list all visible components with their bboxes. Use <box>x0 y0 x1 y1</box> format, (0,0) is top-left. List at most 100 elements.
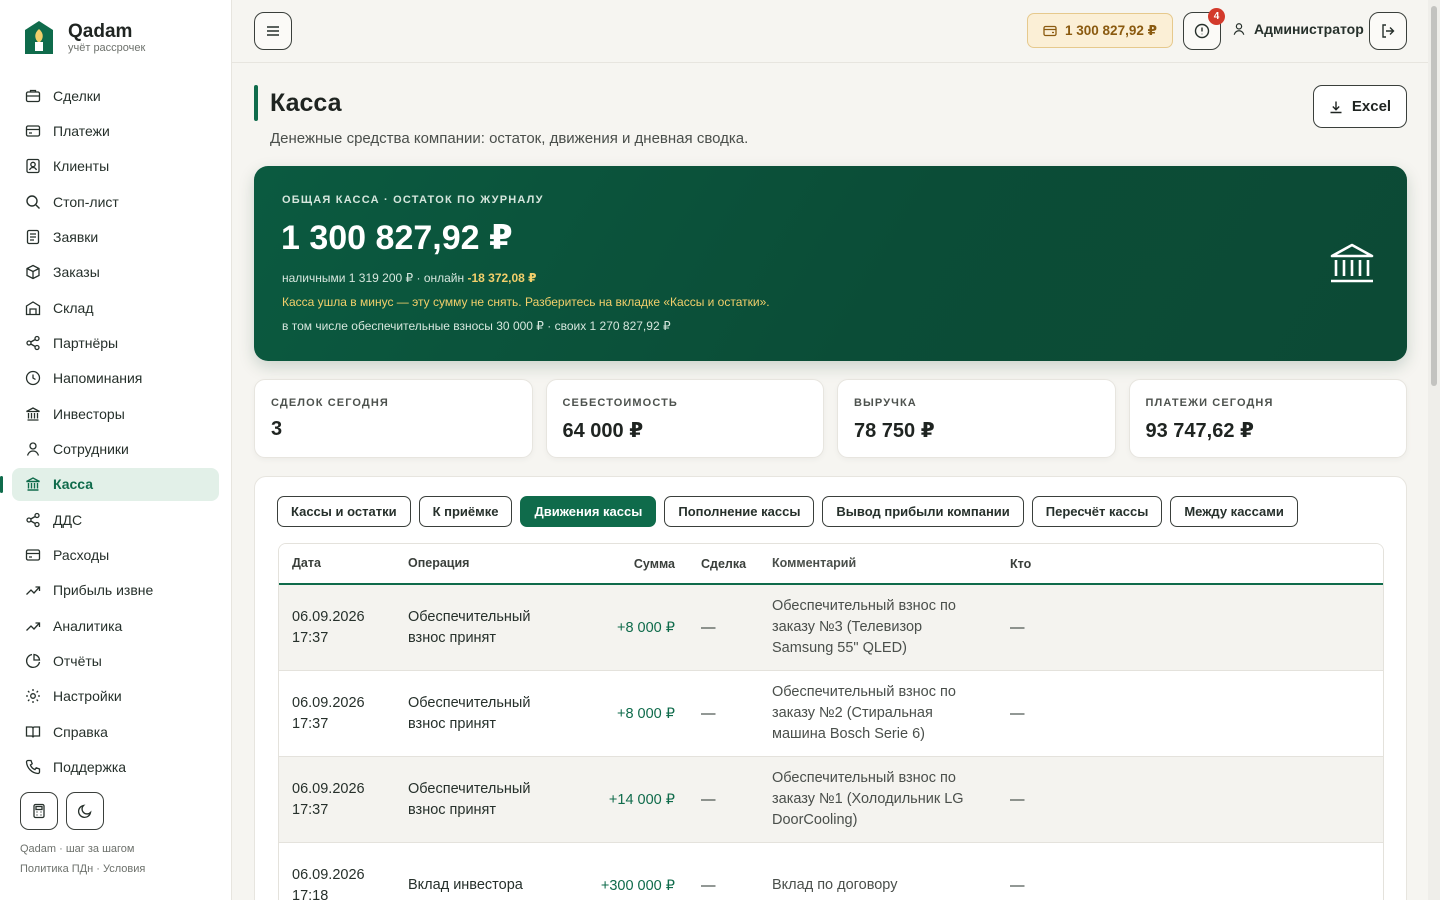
user-icon <box>24 440 41 457</box>
column-amount[interactable]: Сумма <box>563 557 675 571</box>
cash-split-line: наличными 1 319 200 ₽ · онлайн -18 372,0… <box>282 271 537 285</box>
phone-icon <box>24 759 41 776</box>
sidebar-item-label: Заявки <box>53 228 99 245</box>
sidebar-item-external-profit[interactable]: Прибыль извне <box>12 574 219 607</box>
brand-name: Qadam <box>68 20 133 42</box>
column-comment[interactable]: Комментарий <box>772 553 1010 574</box>
sidebar-item-label: Аналитика <box>53 617 123 634</box>
excel-export-button[interactable]: Excel <box>1313 85 1407 128</box>
sidebar-item-partners[interactable]: Партнёры <box>12 326 219 359</box>
sidebar-item-cashflow[interactable]: ДДС <box>12 503 219 536</box>
sidebar-item-clients[interactable]: Клиенты <box>12 150 219 183</box>
sidebar-item-requests[interactable]: Заявки <box>12 220 219 253</box>
sidebar-item-label: Заказы <box>53 264 100 281</box>
row-comment-line1: Обеспечительный взнос по <box>772 770 956 786</box>
tab-cash-movements[interactable]: Движения кассы <box>520 496 657 527</box>
row-comment-line3: Samsung 55" QLED) <box>772 640 907 656</box>
theme-toggle-button[interactable] <box>66 792 104 830</box>
row-operation-line1: Обеспечительный <box>408 694 531 711</box>
table-row[interactable]: 06.09.2026 17:18 Вклад инвестора +300 000… <box>279 843 1383 900</box>
kpi-value: 64 000 ₽ <box>562 420 644 442</box>
footer-tagline: Qadam · шаг за шагом <box>20 843 135 855</box>
column-operation[interactable]: Операция <box>395 553 563 574</box>
sidebar-item-label: Отчёты <box>53 653 102 669</box>
table-row[interactable]: 06.09.2026 17:37 Обеспечительный взнос при… <box>279 757 1383 843</box>
row-date: 06.09.2026 <box>292 866 365 883</box>
deposits-line: в том числе обеспечительные взносы 30 00… <box>282 319 671 333</box>
sidebar-item-orders[interactable]: Заказы <box>12 256 219 289</box>
bank-icon <box>24 405 41 422</box>
page-scrollbar[interactable] <box>1428 0 1440 900</box>
sidebar-item-label: Сотрудники <box>53 440 129 457</box>
cash-tabs: Кассы и остатки К приёмке Движения кассы… <box>277 496 1298 527</box>
footer-links[interactable]: Политика ПДн · Условия <box>20 859 145 879</box>
document-icon <box>24 228 41 245</box>
table-row[interactable]: 06.09.2026 17:37 Обеспечительный взнос при… <box>279 585 1383 671</box>
sidebar-item-label: Поддержка <box>53 759 127 776</box>
tab-pending-acceptance[interactable]: К приёмке <box>418 496 513 527</box>
kpi-label: ВЫРУЧКА <box>854 397 917 409</box>
user-menu[interactable]: Администратор <box>1232 21 1364 37</box>
kpi-label: СЕБЕСТОИМОСТЬ <box>562 397 678 409</box>
row-amount: +8 000 ₽ <box>616 619 675 636</box>
sidebar-item-analytics[interactable]: Аналитика <box>12 609 219 642</box>
brand[interactable]: Qadam учёт рассрочек <box>24 20 145 56</box>
menu-button[interactable] <box>254 12 292 50</box>
logout-button[interactable] <box>1369 12 1407 50</box>
row-amount: +8 000 ₽ <box>616 705 675 722</box>
tab-cash-recount[interactable]: Пересчёт кассы <box>1031 496 1163 527</box>
tab-cash-topup[interactable]: Пополнение кассы <box>664 496 815 527</box>
sidebar-item-deals[interactable]: Сделки <box>12 79 219 112</box>
row-time: 17:37 <box>292 801 329 818</box>
column-deal[interactable]: Сделка <box>675 557 772 571</box>
brand-subtitle: учёт рассрочек <box>68 41 146 54</box>
row-deal: — <box>701 619 716 636</box>
cash-balance-card: ОБЩАЯ КАССА · ОСТАТОК ПО ЖУРНАЛУ 1 300 8… <box>254 166 1407 361</box>
sidebar-item-expenses[interactable]: Расходы <box>12 538 219 571</box>
hamburger-icon <box>267 26 279 36</box>
sidebar-item-cashbox[interactable]: Касса <box>0 467 219 501</box>
sidebar-item-label: Касса <box>53 476 94 493</box>
row-comment: Вклад по договору <box>772 875 1010 896</box>
row-comment-line2: заказу №1 (Холодильник LG <box>772 791 964 807</box>
row-who: — <box>1010 619 1025 636</box>
sidebar-nav: Сделки Платежи Клиенты Стоп-лист Заявки … <box>0 79 219 786</box>
sidebar-item-reminders[interactable]: Напоминания <box>12 362 219 395</box>
sidebar-item-settings[interactable]: Настройки <box>12 680 219 713</box>
row-date: 06.09.2026 <box>292 694 365 711</box>
sidebar-item-stoplist[interactable]: Стоп-лист <box>12 185 219 218</box>
table-row[interactable]: 06.09.2026 17:37 Обеспечительный взнос при… <box>279 671 1383 757</box>
sidebar-item-help[interactable]: Справка <box>12 715 219 748</box>
sidebar-item-investors[interactable]: Инвесторы <box>12 397 219 430</box>
sidebar-item-warehouse[interactable]: Склад <box>12 291 219 324</box>
row-comment-line1: Обеспечительный взнос по <box>772 684 956 700</box>
kpi-label: СДЕЛОК СЕГОДНЯ <box>271 397 389 409</box>
column-who[interactable]: Кто <box>1010 557 1170 571</box>
scroll-thumb[interactable] <box>1431 6 1437 386</box>
row-datetime: 06.09.2026 17:18 <box>279 865 395 900</box>
sidebar-item-payments[interactable]: Платежи <box>12 114 219 147</box>
row-datetime: 06.09.2026 17:37 <box>279 779 395 821</box>
tab-between-cashboxes[interactable]: Между кассами <box>1170 496 1298 527</box>
kpi-value: 3 <box>271 418 283 440</box>
sidebar-item-label: Стоп-лист <box>53 193 119 210</box>
balance-chip[interactable]: 1 300 827,92 ₽ <box>1027 13 1173 48</box>
row-who: — <box>1010 791 1025 808</box>
tab-cashboxes-balances[interactable]: Кассы и остатки <box>277 496 411 527</box>
share-icon <box>24 511 41 528</box>
row-amount: +14 000 ₽ <box>608 791 675 808</box>
box-icon <box>24 264 41 281</box>
moon-icon <box>77 804 92 819</box>
balance-value: 1 300 827,92 ₽ <box>1065 22 1157 38</box>
sidebar-item-support[interactable]: Поддержка <box>12 751 219 784</box>
clock-icon <box>24 370 41 387</box>
sidebar-item-employees[interactable]: Сотрудники <box>12 432 219 465</box>
sidebar-item-label: Сделки <box>53 87 101 104</box>
sidebar-item-label: Партнёры <box>53 334 119 351</box>
row-comment: Обеспечительный взнос по заказу №2 (Стира… <box>772 682 1010 745</box>
sidebar-item-reports[interactable]: Отчёты <box>12 645 219 678</box>
calculator-button[interactable] <box>20 792 58 830</box>
column-date[interactable]: Дата <box>279 553 395 574</box>
tab-profit-withdrawal[interactable]: Вывод прибыли компании <box>822 496 1024 527</box>
row-time: 17:37 <box>292 715 329 732</box>
